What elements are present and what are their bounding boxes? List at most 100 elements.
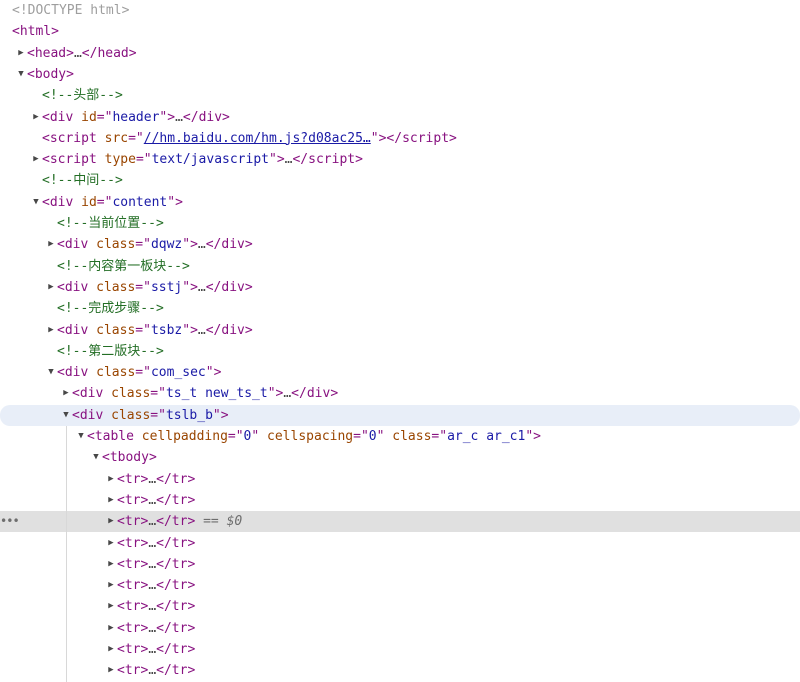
node-actions-icon[interactable]: ••• [0, 511, 20, 532]
dom-node-row[interactable]: ▶ <div class="sstj">…</div> [0, 277, 800, 298]
collapsed-ellipsis[interactable]: … [148, 599, 156, 614]
expand-arrow-icon[interactable]: ▶ [105, 639, 117, 660]
tag-bracket: > [355, 152, 363, 168]
node-content: ▶ <head>…</head> [15, 43, 136, 64]
tag-bracket: < [117, 599, 125, 615]
dom-node-row[interactable]: ▼ <table cellpadding="0" cellspacing="0" … [0, 426, 800, 447]
expand-arrow-icon[interactable]: ▶ [60, 383, 72, 404]
collapse-arrow-icon[interactable]: ▼ [15, 64, 27, 85]
expand-arrow-icon[interactable]: ▶ [105, 511, 117, 532]
expand-arrow-icon[interactable]: ▶ [45, 320, 57, 341]
expand-arrow-icon[interactable]: ▶ [105, 533, 117, 554]
dom-node-row[interactable]: ▶ <tr>…</tr> [0, 469, 800, 490]
dom-node-row[interactable]: ▶ <script type="text/javascript">…</scrip… [0, 149, 800, 170]
dom-node-row[interactable]: ▶ <tr>…</tr> [0, 660, 800, 681]
expand-arrow-icon[interactable]: ▶ [15, 43, 27, 64]
dom-node-row[interactable]: ▶ <head>…</head> [0, 43, 800, 64]
collapsed-ellipsis[interactable]: … [148, 472, 156, 487]
tag-bracket: > [222, 109, 230, 125]
attribute-name: class [392, 429, 432, 444]
attribute-quote: " [167, 194, 176, 210]
tag-bracket: < [72, 407, 80, 423]
attribute-value: ts_t new_ts_t [165, 386, 268, 402]
expand-arrow-icon[interactable]: ▶ [105, 554, 117, 575]
dom-node-row[interactable]: ·<!--头部--> [0, 85, 800, 106]
expand-arrow-icon[interactable]: ▶ [105, 596, 117, 617]
collapsed-ellipsis[interactable]: … [74, 46, 82, 61]
dom-node-row[interactable]: ▼ <body> [0, 64, 800, 85]
dom-node-row[interactable]: ▼ <div class="com_sec"> [0, 362, 800, 383]
expand-arrow-icon[interactable]: ▶ [45, 234, 57, 255]
dom-node-row[interactable]: ·<html> [0, 21, 800, 42]
dom-node-row[interactable]: ▶ <tr>…</tr> [0, 490, 800, 511]
dom-node-row[interactable]: ·<!--第二版块--> [0, 341, 800, 362]
tag-bracket: </ [205, 322, 222, 338]
dom-node-row[interactable]: ▶ <tr>…</tr> [0, 618, 800, 639]
collapsed-ellipsis[interactable]: … [148, 514, 156, 529]
tag-bracket: > [190, 279, 198, 295]
closing-tag-name: tr [171, 620, 188, 636]
attribute-name: type [104, 152, 136, 168]
dom-node-row[interactable]: ·<!--完成步骤--> [0, 298, 800, 319]
tag-bracket: > [190, 237, 198, 253]
dom-node-row[interactable]: ▶ <tr>…</tr> [0, 554, 800, 575]
collapse-arrow-icon[interactable]: ▼ [90, 447, 102, 468]
node-content: ·<!DOCTYPE html> [0, 0, 129, 21]
dom-node-row[interactable]: ▶ <div class="ts_t new_ts_t">…</div> [0, 383, 800, 404]
expand-arrow-icon[interactable]: ▶ [105, 469, 117, 490]
tag-bracket: < [42, 194, 50, 210]
selected-node-row[interactable]: ••• ▶ <tr>…</tr> == $0 [0, 511, 800, 533]
dom-node-row[interactable]: ▶ <div id="header">…</div> [0, 107, 800, 128]
collapsed-ellipsis[interactable]: … [148, 642, 156, 657]
dom-node-row[interactable]: ▶ <tr>…</tr> [0, 533, 800, 554]
attribute-quote: " [269, 152, 277, 168]
collapsed-ellipsis[interactable]: … [148, 663, 156, 678]
collapsed-ellipsis[interactable]: … [148, 536, 156, 551]
dom-node-row[interactable]: ·<!--当前位置--> [0, 213, 800, 234]
dom-node-row[interactable]: ▼ <tbody> [0, 447, 800, 468]
dom-node-row[interactable]: ▼ <div id="content"> [0, 192, 800, 213]
dom-node-row[interactable]: ·<!--内容第一板块--> [0, 256, 800, 277]
dom-node-row[interactable]: ▶ <div class="tsbz">…</div> [0, 320, 800, 341]
dom-node-row[interactable]: ·<!--中间--> [0, 170, 800, 191]
expand-arrow-icon[interactable]: ▶ [105, 660, 117, 681]
closing-tag-name: tr [171, 492, 188, 508]
collapsed-ellipsis[interactable]: … [198, 237, 206, 252]
attribute-link[interactable]: //hm.baidu.com/hm.js?d08ac25… [144, 131, 371, 146]
dom-node-row[interactable]: ▶ <div class="dqwz">…</div> [0, 234, 800, 255]
tag-bracket: < [42, 109, 50, 125]
collapsed-ellipsis[interactable]: … [175, 110, 183, 125]
tag-bracket: < [117, 556, 125, 572]
tag-name: div [79, 407, 104, 423]
expand-arrow-icon[interactable]: ▶ [105, 490, 117, 511]
collapse-arrow-icon[interactable]: ▼ [30, 192, 42, 213]
dom-node-row[interactable]: ·<!DOCTYPE html> [0, 0, 800, 21]
expand-arrow-icon[interactable]: ▶ [45, 277, 57, 298]
collapsed-ellipsis[interactable]: … [148, 493, 156, 508]
expand-arrow-icon[interactable]: ▶ [105, 618, 117, 639]
dom-node-row[interactable]: ·<script src="//hm.baidu.com/hm.js?d08ac… [0, 128, 800, 149]
collapsed-ellipsis[interactable]: … [148, 578, 156, 593]
node-content: ·<!--内容第一板块--> [45, 256, 190, 277]
collapse-arrow-icon[interactable]: ▼ [45, 362, 57, 383]
collapse-arrow-icon[interactable]: ▼ [75, 426, 87, 447]
tag-bracket: > [330, 386, 339, 402]
collapsed-ellipsis[interactable]: … [198, 323, 206, 338]
dom-node-row[interactable]: ▶ <tr>…</tr> [0, 596, 800, 617]
tag-name: script [49, 130, 97, 146]
collapsed-ellipsis[interactable]: … [198, 280, 206, 295]
dom-node-row[interactable]: ▶ <tr>…</tr> [0, 639, 800, 660]
attribute-name: class [96, 322, 136, 338]
collapsed-ellipsis[interactable]: … [283, 386, 291, 401]
attribute-value: dqwz [150, 237, 183, 253]
tag-bracket: </ [156, 514, 172, 530]
collapse-arrow-icon[interactable]: ▼ [60, 405, 72, 426]
dom-node-row[interactable]: ▼ <div class="tslb_b"> [0, 404, 800, 426]
collapsed-ellipsis[interactable]: … [148, 557, 156, 572]
expand-arrow-icon[interactable]: ▶ [30, 149, 42, 170]
expand-arrow-icon[interactable]: ▶ [30, 107, 42, 128]
html-comment: <!--当前位置--> [57, 216, 164, 231]
collapsed-ellipsis[interactable]: … [148, 621, 156, 636]
dom-node-row[interactable]: ▶ <tr>…</tr> [0, 575, 800, 596]
expand-arrow-icon[interactable]: ▶ [105, 575, 117, 596]
